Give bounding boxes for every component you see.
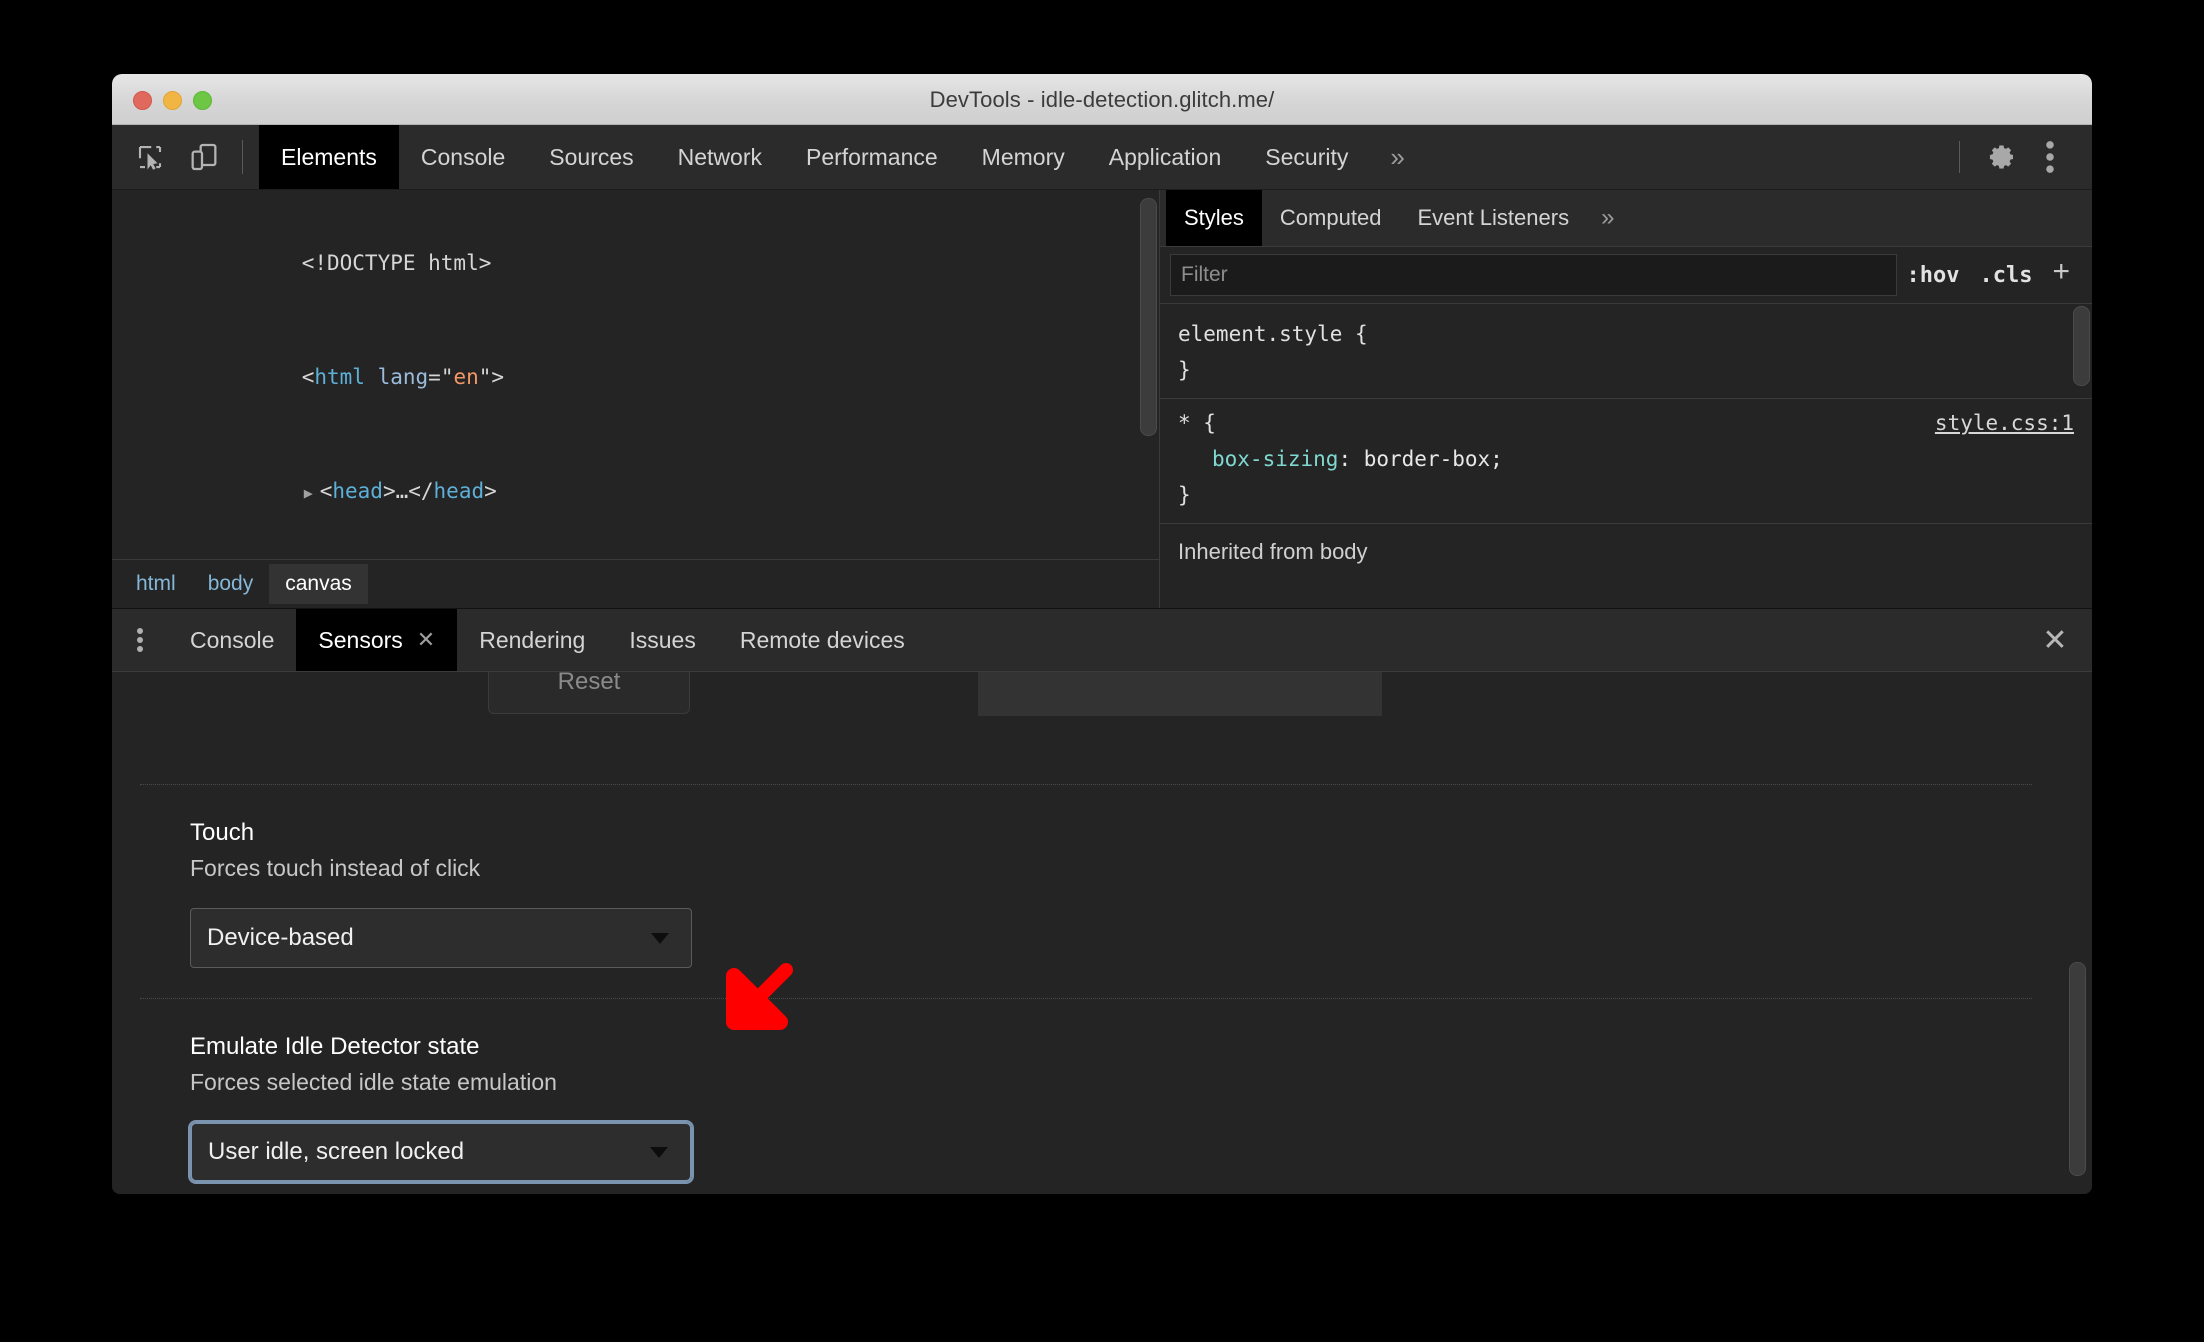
- breadcrumb: html body canvas: [112, 559, 1159, 608]
- toolbar-right-group: [1953, 125, 2092, 189]
- touch-select-value: Device-based: [207, 924, 354, 951]
- devtools-drawer: Console Sensors ✕ Rendering Issues Remot…: [112, 608, 2092, 1194]
- declaration-property[interactable]: box-sizing: [1178, 447, 1338, 471]
- touch-select-wrapper: Device-based: [190, 908, 2092, 968]
- rule-close-brace: }: [1178, 358, 1191, 382]
- tab-application[interactable]: Application: [1087, 125, 1244, 189]
- reset-button[interactable]: Reset: [488, 672, 690, 714]
- drawer-tab-console[interactable]: Console: [168, 609, 296, 671]
- tab-performance[interactable]: Performance: [784, 125, 960, 189]
- toolbar-divider: [242, 140, 243, 174]
- tab-computed[interactable]: Computed: [1262, 190, 1400, 246]
- idle-detector-state-value: User idle, screen locked: [208, 1138, 465, 1165]
- sensors-panel: Reset Touch Forces touch instead of clic…: [112, 672, 2092, 1194]
- drawer-tab-rendering[interactable]: Rendering: [457, 609, 607, 671]
- idle-section-title: Emulate Idle Detector state: [190, 1033, 480, 1060]
- tab-sources[interactable]: Sources: [527, 125, 655, 189]
- touch-select[interactable]: Device-based: [190, 908, 692, 968]
- dom-line-html-open[interactable]: <html lang="en">: [112, 320, 1159, 434]
- dom-tree-pane: <!DOCTYPE html> <html lang="en"> ▶ <head>…: [112, 190, 1160, 608]
- toolbar-right-divider: [1959, 141, 1960, 173]
- close-drawer-icon[interactable]: ✕: [2018, 609, 2092, 671]
- tab-console[interactable]: Console: [399, 125, 527, 189]
- drawer-tab-sensors-label: Sensors: [318, 626, 403, 653]
- rule-declaration[interactable]: box-sizing: border-box;: [1178, 441, 2074, 477]
- kebab-menu-icon[interactable]: [2026, 133, 2074, 181]
- sensors-scrollbar[interactable]: [2066, 672, 2086, 1194]
- idle-section-subtitle: Forces selected idle state emulation: [190, 1069, 557, 1095]
- breadcrumb-item-body[interactable]: body: [192, 564, 270, 604]
- inspect-element-icon[interactable]: [126, 135, 174, 179]
- dom-line-head[interactable]: ▶ <head>…</head>: [112, 434, 1159, 550]
- styles-sidebar-pane: Styles Computed Event Listeners » :hov .…: [1160, 190, 2092, 608]
- close-icon[interactable]: ✕: [417, 627, 435, 653]
- new-style-rule-button[interactable]: +: [2042, 255, 2082, 295]
- idle-detector-state-select[interactable]: User idle, screen locked: [188, 1120, 694, 1184]
- declaration-value[interactable]: border-box;: [1364, 447, 1503, 471]
- inherited-from-body-header: Inherited from body: [1178, 539, 1368, 564]
- device-toolbar-icon[interactable]: [180, 135, 228, 179]
- drawer-kebab-menu-icon[interactable]: [112, 609, 168, 671]
- tab-network[interactable]: Network: [656, 125, 784, 189]
- touch-section-title: Touch: [190, 819, 255, 846]
- screenshot-root: DevTools - idle-detection.glitch.me/ Ele…: [0, 0, 2204, 1342]
- toolbar-icon-group: [112, 125, 259, 189]
- breadcrumb-item-canvas[interactable]: canvas: [269, 564, 368, 604]
- gear-icon[interactable]: [1978, 133, 2026, 181]
- main-tab-list: Elements Console Sources Network Perform…: [259, 125, 1425, 189]
- dom-line-doctype[interactable]: <!DOCTYPE html>: [112, 206, 1159, 320]
- cls-toggle-button[interactable]: .cls: [1969, 263, 2042, 288]
- devtools-main-toolbar: Elements Console Sources Network Perform…: [112, 125, 2092, 190]
- dom-tree-scrollbar[interactable]: [1137, 196, 1157, 556]
- elements-panel: <!DOCTYPE html> <html lang="en"> ▶ <head>…: [112, 190, 2092, 608]
- drawer-tab-list: Console Sensors ✕ Rendering Issues Remot…: [112, 609, 2092, 672]
- touch-section-subtitle: Forces touch instead of click: [190, 855, 481, 881]
- sensors-scrollbar-thumb[interactable]: [2069, 962, 2086, 1176]
- tab-security[interactable]: Security: [1243, 125, 1370, 189]
- tab-elements[interactable]: Elements: [259, 125, 399, 189]
- styles-scrollbar-thumb[interactable]: [2073, 306, 2090, 386]
- sensors-orientation-section: Reset: [112, 672, 2092, 784]
- dom-tree-scrollbar-thumb[interactable]: [1140, 198, 1157, 436]
- tab-styles[interactable]: Styles: [1166, 190, 1262, 246]
- orientation-preview-box: [978, 672, 1382, 716]
- idle-select-wrapper: User idle, screen locked: [188, 1120, 2092, 1184]
- devtools-window: DevTools - idle-detection.glitch.me/ Ele…: [112, 74, 2092, 1194]
- hov-toggle-button[interactable]: :hov: [1897, 263, 1970, 288]
- chevron-down-icon: [650, 1146, 668, 1158]
- rule-selector: element.style {: [1178, 322, 1368, 346]
- styles-filter-row: :hov .cls +: [1160, 247, 2092, 304]
- chevron-double-right-icon[interactable]: »: [1370, 125, 1424, 189]
- window-titlebar: DevTools - idle-detection.glitch.me/: [112, 74, 2092, 125]
- styles-more-tabs-chevron-icon[interactable]: »: [1587, 190, 1628, 246]
- styles-rules-list: element.style { } style.css:1 * { box-si…: [1160, 304, 2092, 580]
- chevron-down-icon: [651, 932, 669, 944]
- filter-input[interactable]: [1170, 254, 1897, 296]
- sensors-touch-section: Touch Forces touch instead of click Devi…: [112, 785, 2092, 998]
- tab-event-listeners[interactable]: Event Listeners: [1399, 190, 1587, 246]
- style-rule-universal[interactable]: style.css:1 * { box-sizing: border-box; …: [1160, 399, 2092, 524]
- drawer-tab-issues[interactable]: Issues: [607, 609, 717, 671]
- breadcrumb-item-html[interactable]: html: [120, 564, 192, 604]
- rule-source-link[interactable]: style.css:1: [1935, 405, 2074, 441]
- window-title: DevTools - idle-detection.glitch.me/: [929, 87, 1275, 112]
- sensors-idle-detector-section: Emulate Idle Detector state Forces selec…: [112, 999, 2092, 1184]
- drawer-tab-sensors[interactable]: Sensors ✕: [296, 609, 458, 671]
- styles-scrollbar[interactable]: [2070, 302, 2090, 608]
- tab-memory[interactable]: Memory: [960, 125, 1087, 189]
- dom-tree: <!DOCTYPE html> <html lang="en"> ▶ <head>…: [112, 190, 1159, 608]
- rule-close-brace: }: [1178, 483, 1191, 507]
- styles-tab-list: Styles Computed Event Listeners »: [1160, 190, 2092, 247]
- style-rule-element-style[interactable]: element.style { }: [1160, 310, 2092, 399]
- drawer-tab-remote-devices[interactable]: Remote devices: [718, 609, 927, 671]
